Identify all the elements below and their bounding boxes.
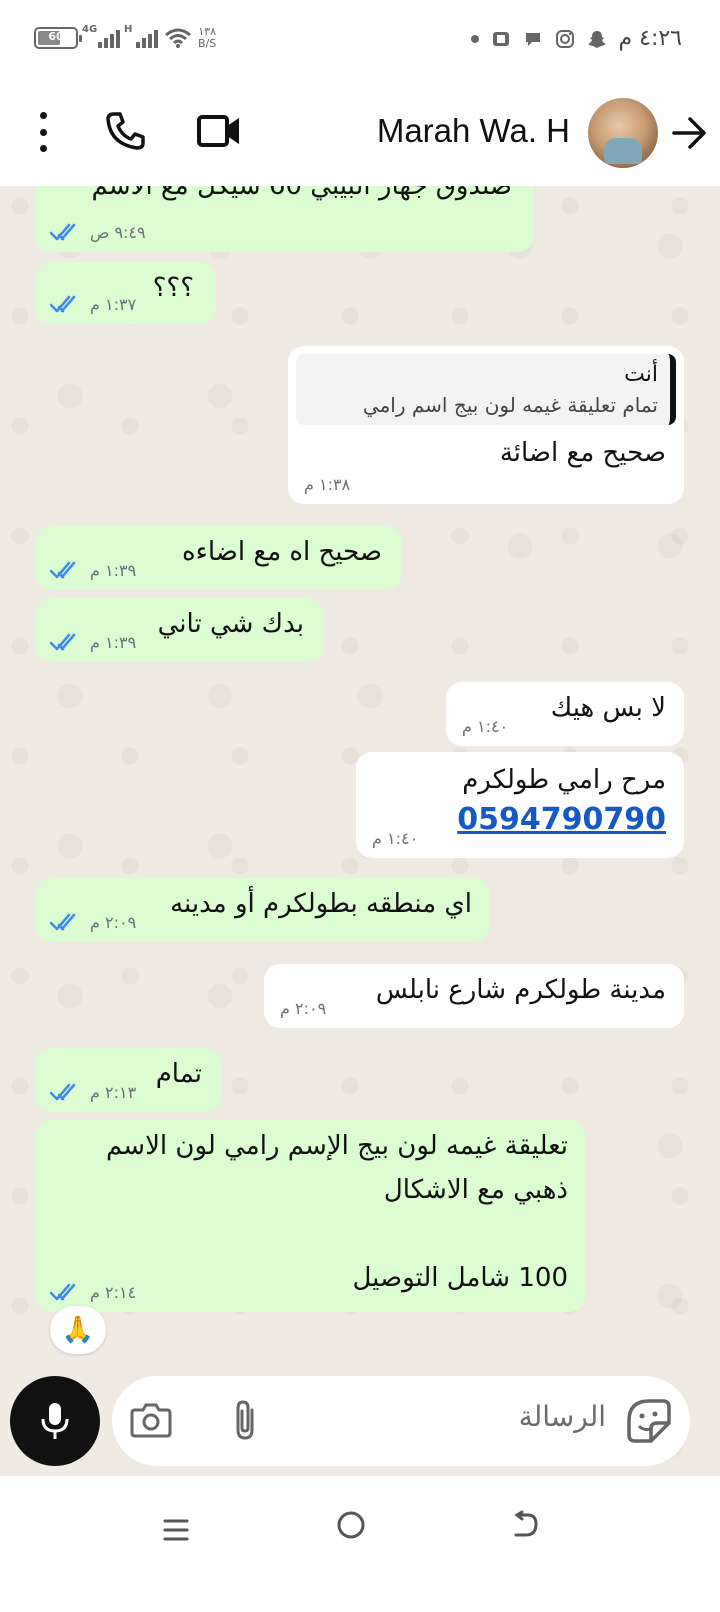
- message-outgoing[interactable]: أنت تمام تعليقة غيمه لون بيج اسم رامي صح…: [288, 346, 684, 504]
- message-incoming[interactable]: بدك شي تاني ١:٣٩ م: [36, 598, 324, 662]
- status-left-icons: 60 4G H ١٣٨ B/S: [34, 24, 216, 50]
- message-meta: ١:٣٩ م: [50, 632, 136, 652]
- message-time: ١:٤٠ م: [372, 829, 419, 848]
- message-meta: ٢:٠٩ م: [50, 912, 136, 932]
- network-speed-unit: B/S: [198, 37, 217, 50]
- contact-name[interactable]: Marah Wa. H: [377, 112, 570, 150]
- message-time: ١:٣٩ م: [90, 560, 137, 580]
- message-incoming[interactable]: تمام ٢:١٣ م: [36, 1048, 222, 1112]
- recent-apps-icon[interactable]: [162, 1516, 190, 1544]
- read-receipt-icon: [50, 561, 76, 579]
- message-incoming[interactable]: ؟؟؟ ١:٣٧ م: [36, 262, 216, 324]
- message-text: صندوق جهاز البيبي 60 شيكل مع الاسم: [91, 186, 512, 201]
- read-receipt-icon: [50, 295, 76, 313]
- message-meta: ١:٣٩ م: [50, 560, 136, 580]
- network-4g-label: 4G: [82, 24, 98, 35]
- notification-dot-icon: [470, 34, 479, 43]
- message-time: ٩:٤٩ ص: [90, 222, 146, 242]
- more-options-icon[interactable]: [28, 112, 58, 152]
- message-text: صحيح مع اضائة: [499, 438, 666, 468]
- read-receipt-icon: [50, 1283, 76, 1301]
- message-text: مرح رامي طولكرم: [462, 765, 666, 795]
- message-input-bar[interactable]: الرسالة: [112, 1376, 690, 1466]
- message-incoming[interactable]: صندوق جهاز البيبي 60 شيكل مع الاسم ٩:٤٩ …: [36, 186, 534, 252]
- video-call-icon[interactable]: [196, 112, 242, 150]
- voice-record-button[interactable]: [10, 1376, 100, 1466]
- voice-call-icon[interactable]: [104, 110, 146, 152]
- message-reaction[interactable]: 🙏: [50, 1306, 106, 1354]
- quoted-message[interactable]: أنت تمام تعليقة غيمه لون بيج اسم رامي: [296, 354, 676, 425]
- clock: ٤:٢٦ م: [618, 26, 683, 51]
- message-meta: ١:٣٧ م: [50, 294, 136, 314]
- message-meta: ٢:٠٩ م: [280, 999, 326, 1018]
- chat-area[interactable]: صندوق جهاز البيبي 60 شيكل مع الاسم ٩:٤٩ …: [0, 186, 720, 1476]
- quote-text: تمام تعليقة غيمه لون بيج اسم رامي: [362, 393, 658, 417]
- status-bar: 60 4G H ١٣٨ B/S ٤:٢٦ م: [0, 0, 720, 80]
- attach-icon[interactable]: [228, 1398, 264, 1442]
- message-meta: ٩:٤٩ ص: [50, 222, 146, 242]
- chat-header: Marah Wa. H: [0, 80, 720, 186]
- message-meta: ١:٣٨ م: [304, 475, 350, 494]
- system-nav-bar: [0, 1476, 720, 1612]
- message-meta: ٢:١٣ م: [50, 1082, 136, 1102]
- message-time: ٢:٠٩ م: [90, 912, 137, 932]
- status-right-icons: ٤:٢٦ م: [470, 26, 683, 51]
- message-outgoing[interactable]: مدينة طولكرم شارع نابلس ٢:٠٩ م: [264, 964, 684, 1028]
- message-incoming[interactable]: اي منطقه بطولكرم أو مدينه ٢:٠٩ م: [36, 878, 490, 942]
- read-receipt-icon: [50, 913, 76, 931]
- contact-avatar[interactable]: [588, 98, 658, 168]
- back-arrow-icon[interactable]: [670, 114, 708, 152]
- wifi-icon: [165, 28, 191, 48]
- quote-author: أنت: [624, 362, 658, 387]
- message-time: ٢:١٤ م: [90, 1282, 137, 1302]
- signal-h-icon: H: [124, 24, 158, 48]
- message-time: ١:٤٠ م: [462, 717, 509, 736]
- message-meta: ٢:١٤ م: [50, 1282, 136, 1302]
- notification-app-icon: [492, 31, 509, 46]
- message-time: ١:٣٩ م: [90, 632, 137, 652]
- message-time: ٢:٠٩ م: [280, 999, 327, 1018]
- message-incoming[interactable]: صحيح اه مع اضاءه ١:٣٩ م: [36, 526, 402, 590]
- instagram-icon: [555, 29, 574, 48]
- message-incoming[interactable]: تعليقة غيمه لون بيج الإسم رامي لون الاسم…: [36, 1120, 586, 1312]
- message-meta: ١:٤٠ م: [462, 717, 508, 736]
- signal-4g-icon: 4G: [82, 24, 120, 48]
- battery-percent: 60: [48, 30, 64, 43]
- read-receipt-icon: [50, 633, 76, 651]
- camera-icon[interactable]: [130, 1400, 172, 1440]
- network-speed: ١٣٨ B/S: [198, 26, 216, 50]
- message-outgoing[interactable]: مرح رامي طولكرم 0594790790 ١:٤٠ م: [356, 752, 684, 858]
- message-bubble-icon: [525, 32, 540, 46]
- battery-icon: 60: [34, 27, 82, 49]
- message-time: ١:٣٧ م: [90, 294, 137, 314]
- message-input[interactable]: الرسالة: [519, 1400, 606, 1433]
- home-icon[interactable]: [336, 1510, 366, 1540]
- message-meta: ١:٤٠ م: [372, 829, 418, 848]
- network-h-label: H: [124, 24, 133, 35]
- nav-back-icon[interactable]: [510, 1510, 540, 1540]
- snapchat-icon: [587, 30, 606, 48]
- message-text: تعليقة غيمه لون بيج الإسم رامي لون الاسم…: [105, 1131, 568, 1293]
- composer: الرسالة: [0, 1376, 720, 1476]
- microphone-icon: [41, 1403, 69, 1439]
- read-receipt-icon: [50, 1083, 76, 1101]
- message-time: ١:٣٨ م: [304, 475, 351, 494]
- message-time: ٢:١٣ م: [90, 1082, 137, 1102]
- read-receipt-icon: [50, 223, 76, 241]
- message-outgoing[interactable]: لا بس هيك ١:٤٠ م: [446, 682, 684, 746]
- sticker-icon[interactable]: [626, 1398, 672, 1444]
